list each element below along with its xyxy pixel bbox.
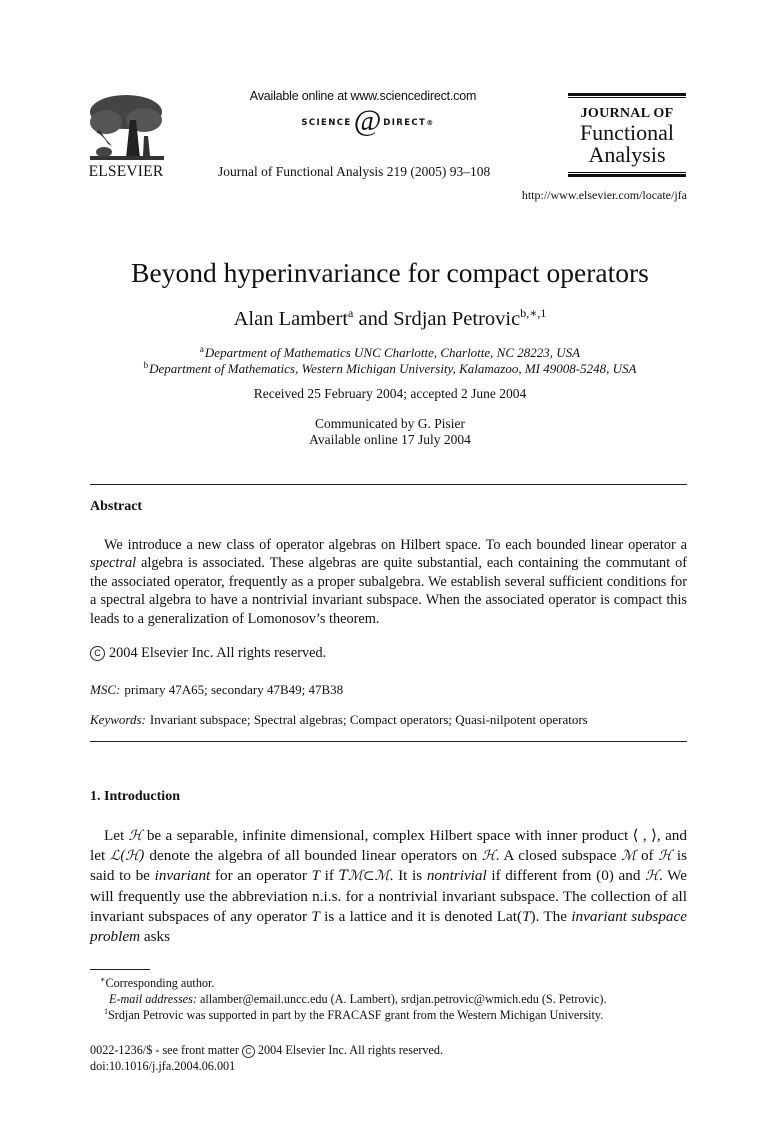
text: . It is (389, 867, 427, 885)
email-label: E-mail addresses: (109, 992, 197, 1006)
author-conjunction: and (353, 308, 394, 330)
footnote-funding: 1Srdjan Petrovic was supported in part b… (90, 1007, 704, 1023)
math-symbol: ℳ (621, 848, 637, 865)
text: if different from (0) and (486, 867, 646, 885)
math-symbol: T (522, 907, 531, 925)
journal-citation: Journal of Functional Analysis 219 (2005… (218, 164, 491, 179)
text: . A closed subspace (495, 847, 622, 865)
copyright-text: 2004 Elsevier Inc. All rights reserved. (109, 645, 327, 661)
math-symbol: T (311, 867, 321, 885)
masthead-rule-bottom (568, 172, 686, 177)
footnote-corresponding: ∗Corresponding author. (90, 975, 700, 991)
text: denote the algebra of all bounded linear… (144, 847, 482, 865)
text: if (320, 867, 339, 885)
affiliation-text: Department of Mathematics, Western Michi… (149, 361, 637, 376)
email-addresses[interactable]: allamber@email.uncc.edu (A. Lambert), sr… (197, 992, 607, 1006)
introduction-paragraph: Let ℋ be a separable, infinite dimension… (90, 826, 687, 947)
text: asks (140, 928, 171, 946)
abstract-heading: Abstract (90, 499, 143, 514)
divider (90, 484, 687, 485)
communicated-by: Communicated by G. Pisier (315, 416, 465, 431)
issn-text: 0022-1236/$ - see front matter (90, 1043, 239, 1057)
math-symbol: ℒ(ℋ) (109, 848, 145, 865)
journal-url-link[interactable]: http://www.elsevier.com/locate/jfa (490, 188, 687, 203)
masthead-rule-top (568, 93, 686, 98)
affiliation: aDepartment of Mathematics UNC Charlotte… (0, 344, 780, 361)
footnote-text: Corresponding author. (105, 976, 215, 990)
sciencedirect-science: SCIENCE (301, 118, 352, 128)
sciencedirect-link[interactable]: Available online at www.sciencedirect.co… (243, 89, 483, 103)
text: be a separable, infinite dimensional, co… (142, 827, 633, 844)
abstract-text-part: algebra is associated. These algebras ar… (90, 555, 687, 627)
divider (90, 741, 687, 742)
text: ). The (530, 907, 572, 925)
publisher-name: ELSEVIER (88, 163, 164, 180)
emphasis: nontrivial (426, 867, 487, 885)
copyright-text: 2004 Elsevier Inc. All rights reserved. (257, 1043, 444, 1057)
math-symbol: ℋ (645, 868, 659, 885)
math-symbol: ℋ (658, 848, 673, 865)
journal-name-line2: Functional (579, 120, 675, 145)
journal-name-line3: Analysis (588, 142, 666, 167)
msc-codes: MSC: primary 47A65; secondary 47B49; 47B3… (90, 682, 343, 698)
keywords-label: Keywords: (90, 712, 146, 727)
abstract-copyright: C 2004 Elsevier Inc. All rights reserved. (90, 645, 326, 662)
footnote-text: Srdjan Petrovic was supported in part by… (108, 1008, 604, 1022)
text: for an operator (210, 867, 312, 885)
copyright-icon: C (90, 646, 105, 661)
math-symbol: ℋ (481, 848, 496, 865)
abstract-text-part: We introduce a new class of operator alg… (104, 537, 687, 553)
affiliation-mark: b (143, 360, 149, 370)
author-list: Alan Lamberta and Srdjan Petrovicb,∗,1 (0, 306, 780, 331)
math-symbol: T (311, 907, 320, 925)
emphasis: invariant (154, 867, 211, 885)
footnote-divider (90, 969, 150, 970)
tree-icon (90, 95, 164, 160)
sciencedirect-at-icon: @ (353, 104, 382, 137)
text: of (636, 847, 659, 865)
affiliation-mark: b,∗,1 (520, 306, 547, 320)
article-history: Communicated by G. Pisier Available onli… (0, 416, 780, 448)
copyright-icon: C (241, 1045, 255, 1058)
available-online-date: Available online 17 July 2004 (309, 432, 471, 447)
author-name[interactable]: Alan Lambert (234, 308, 348, 330)
journal-masthead: JOURNAL OF Functional Analysis (568, 93, 686, 177)
abstract-emphasis: spectral (90, 555, 137, 572)
msc-label: MSC: (90, 682, 121, 697)
author-name[interactable]: Srdjan Petrovic (393, 308, 520, 330)
text: is a lattice and it is denoted Lat( (319, 907, 523, 925)
math-symbol: Tℳ⊂ℳ (338, 868, 390, 885)
article-dates: Received 25 February 2004; accepted 2 Ju… (253, 386, 527, 401)
math-symbol: ⟨ , ⟩ (632, 827, 657, 844)
affiliation-text: Department of Mathematics UNC Charlotte,… (204, 345, 581, 360)
sciencedirect-logo: SCIENCE @ DIRECT ® (288, 106, 448, 140)
article-title: Beyond hyperinvariance for compact opera… (131, 257, 649, 288)
affiliation-mark: a (199, 344, 204, 354)
msc-values: primary 47A65; secondary 47B49; 47B38 (124, 682, 344, 697)
text: Let (104, 827, 129, 844)
abstract-text: We introduce a new class of operator alg… (90, 536, 687, 628)
sciencedirect-direct: DIRECT (383, 118, 427, 128)
footnote-emails: E-mail addresses: allamber@email.uncc.ed… (90, 992, 709, 1007)
doi-link[interactable]: doi:10.1016/j.jfa.2004.06.001 (90, 1059, 235, 1074)
issn-line: 0022-1236/$ - see front matter C 2004 Else… (90, 1043, 443, 1058)
math-symbol: ℋ (128, 828, 143, 844)
section-heading: 1. Introduction (90, 789, 180, 804)
affiliation: bDepartment of Mathematics, Western Mich… (0, 360, 780, 377)
keywords-values: Invariant subspace; Spectral algebras; C… (149, 712, 588, 727)
registered-mark: ® (426, 119, 435, 127)
keywords: Keywords: Invariant subspace; Spectral al… (90, 712, 588, 728)
